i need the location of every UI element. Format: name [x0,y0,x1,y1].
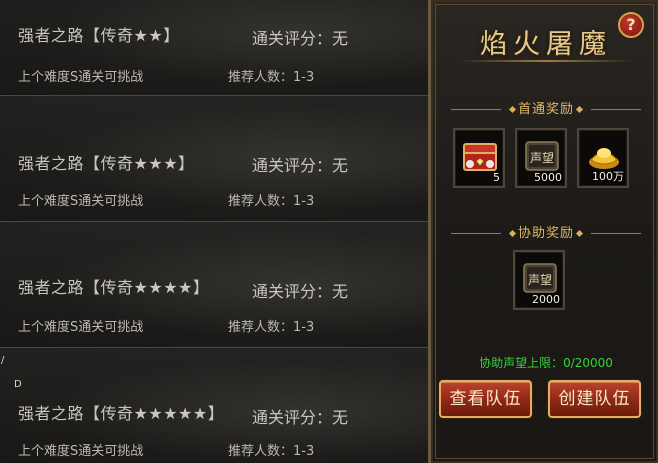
recommended-players: 推荐人数：1-3 [228,444,315,459]
create-team-button[interactable]: 创建队伍 [548,380,641,418]
dungeon-row[interactable]: 强者之路【传奇★★★★★】 通关评分：无 上个难度S通关可挑战 推荐人数：1-3 [0,348,428,463]
reputation-scroll-icon: 声望 [525,141,559,171]
dungeon-name: 强者之路【传奇★★】 [18,26,180,45]
dungeon-row[interactable]: 强者之路【传奇★★】 通关评分：无 上个难度S通关可挑战 推荐人数：1-3 [0,0,428,96]
unlock-requirement: 上个难度S通关可挑战 [18,320,144,335]
edge-mark: / [1,355,5,366]
assist-heading-label: 协助奖励 [517,226,574,241]
dungeon-detail-panel: ? 焰火屠魔 首通奖励 5 声望 5000 100万 协助奖励 声望 2000 … [428,0,658,463]
first-clear-heading: 首通奖励 [431,98,658,117]
reputation-icon-label: 声望 [528,273,552,287]
dungeon-list: 强者之路【传奇★★】 通关评分：无 上个难度S通关可挑战 推荐人数：1-3 强者… [0,0,428,463]
first-clear-heading-label: 首通奖励 [517,102,574,117]
recommended-players: 推荐人数：1-3 [228,194,315,209]
diamond-ornament-icon [575,229,584,238]
dungeon-title: 焰火屠魔 [480,29,612,60]
diamond-ornament-icon [508,229,517,238]
reward-count: 100万 [592,170,624,183]
reward-count: 5 [493,171,500,184]
recommended-players: 推荐人数：1-3 [228,70,315,85]
assist-heading: 协助奖励 [431,222,658,241]
dungeon-name: 强者之路【传奇★★★】 [18,154,195,173]
treasure-chest-icon [463,143,497,171]
reward-slot[interactable]: 100万 [577,128,629,188]
title-divider [459,60,634,62]
reputation-icon-label: 声望 [530,151,554,165]
clear-score: 通关评分：无 [252,156,349,175]
reputation-scroll-icon: 声望 [523,263,557,293]
reward-slot[interactable]: 声望 5000 [515,128,567,188]
unlock-requirement: 上个难度S通关可挑战 [18,444,144,459]
view-team-button[interactable]: 查看队伍 [439,380,532,418]
dungeon-name: 强者之路【传奇★★★★】 [18,278,210,297]
clear-score: 通关评分：无 [252,29,349,48]
dungeon-name: 强者之路【传奇★★★★★】 [18,404,225,423]
diamond-ornament-icon [575,105,584,114]
unlock-requirement: 上个难度S通关可挑战 [18,194,144,209]
assist-reputation-limit: 协助声望上限：0/20000 [479,356,613,370]
divider-line [591,233,641,234]
clear-score: 通关评分：无 [252,408,349,427]
reward-count: 5000 [534,171,562,184]
clear-score: 通关评分：无 [252,282,349,301]
reward-slot[interactable]: 声望 2000 [513,250,565,310]
recommended-players: 推荐人数：1-3 [228,320,315,335]
diamond-ornament-icon [508,105,517,114]
divider-line [450,233,501,234]
divider-line [591,109,641,110]
reward-count: 2000 [532,293,560,306]
reward-slot[interactable]: 5 [453,128,505,188]
dungeon-row[interactable]: 强者之路【传奇★★★★】 通关评分：无 上个难度S通关可挑战 推荐人数：1-3 [0,222,428,348]
divider-line [450,109,501,110]
edge-mark: D [14,379,22,390]
unlock-requirement: 上个难度S通关可挑战 [18,70,144,85]
dungeon-row[interactable]: 强者之路【传奇★★★】 通关评分：无 上个难度S通关可挑战 推荐人数：1-3 [0,96,428,222]
